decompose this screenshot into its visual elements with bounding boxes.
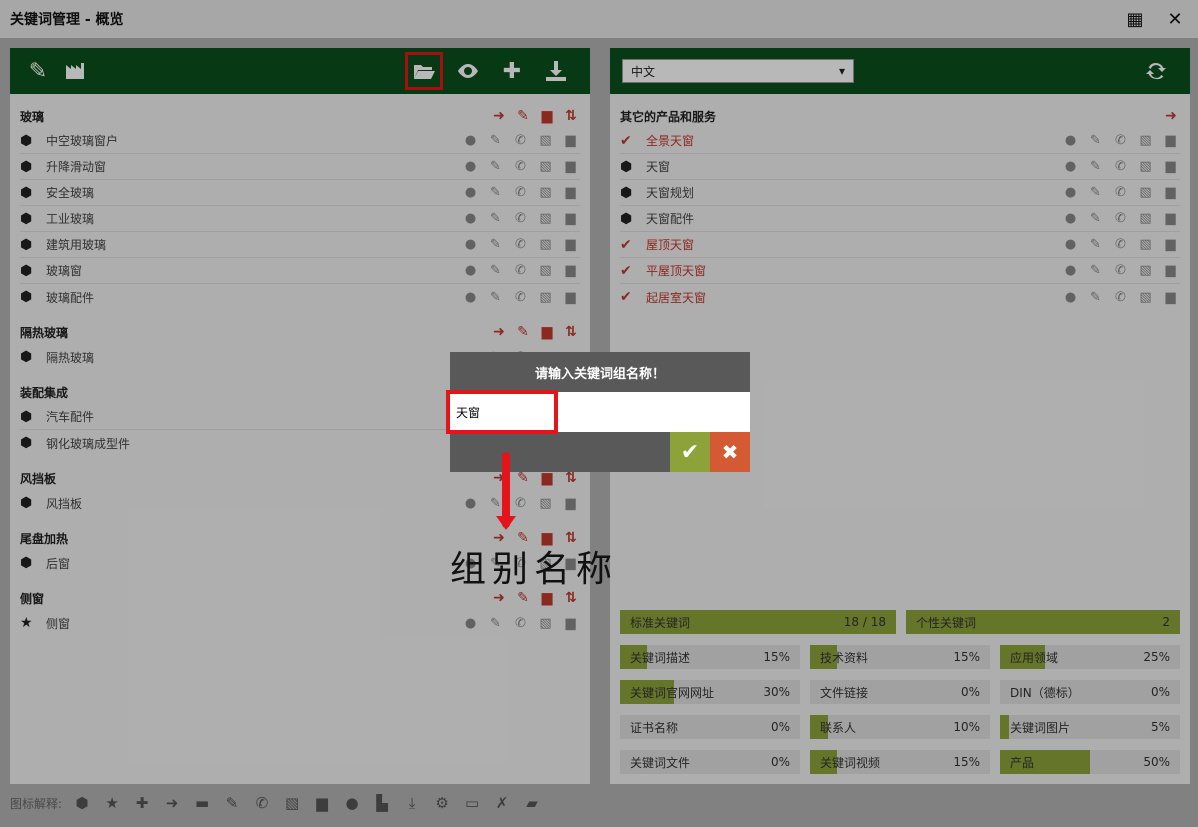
dialog-title: 请输入关键词组名称！: [534, 366, 665, 382]
annotation-text: 组别名称: [450, 549, 619, 590]
cancel-button[interactable]: ✖: [710, 432, 750, 472]
annotation-arrow: [496, 452, 516, 530]
group-name-input[interactable]: [450, 392, 750, 432]
confirm-button[interactable]: ✔: [670, 432, 710, 472]
group-name-dialog: 请输入关键词组名称！ ✔ ✖: [446, 352, 750, 472]
close-icon: ✖: [721, 440, 739, 464]
check-icon: ✔: [680, 439, 700, 465]
